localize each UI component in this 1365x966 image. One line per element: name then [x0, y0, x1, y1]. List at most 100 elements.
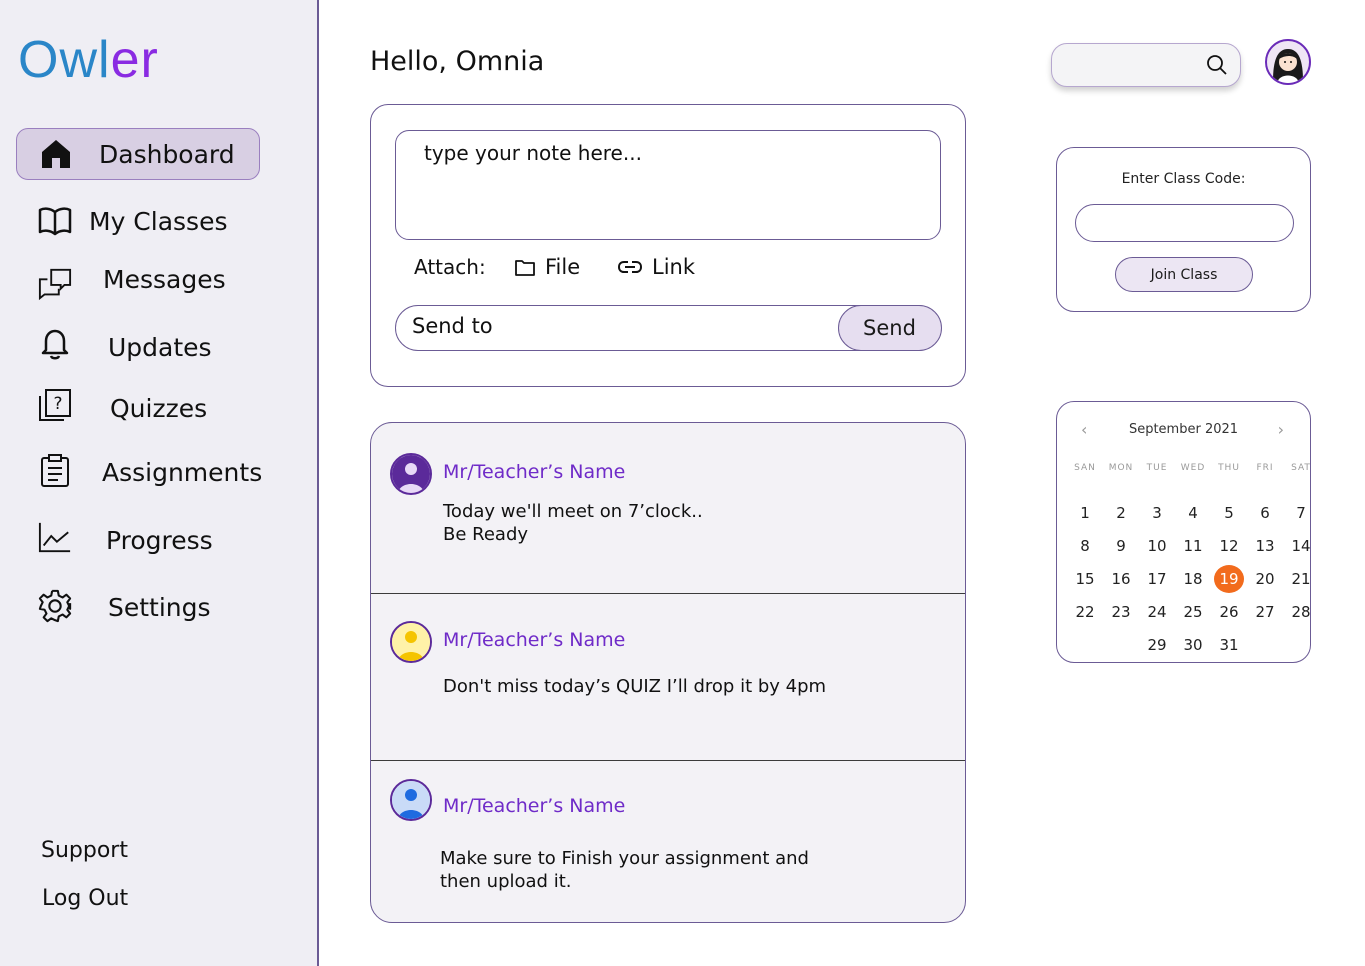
book-icon	[38, 204, 72, 238]
search-input[interactable]	[1062, 52, 1202, 78]
sidebar-item-label: Quizzes	[110, 393, 208, 423]
bell-icon	[38, 327, 72, 361]
calendar-day[interactable]: 15	[1070, 565, 1100, 593]
search-icon[interactable]	[1206, 54, 1228, 76]
post-message: Make sure to Finish your assignment and …	[440, 848, 809, 892]
calendar: ‹ September 2021 › SAN MON TUE WED THU FRI SAT…	[1056, 401, 1311, 663]
join-class-card: Enter Class Code: Join Class	[1056, 147, 1311, 312]
attach-file-label: File	[545, 255, 581, 279]
calendar-day[interactable]: 7	[1286, 499, 1316, 527]
link-icon	[618, 261, 642, 273]
sidebar-item-quizzes[interactable]: ? Quizzes	[16, 382, 306, 434]
calendar-day-today[interactable]: 19	[1214, 565, 1244, 593]
calendar-day[interactable]: 17	[1142, 565, 1172, 593]
calendar-day[interactable]: 21	[1286, 565, 1316, 593]
sidebar-item-dashboard[interactable]: Dashboard	[16, 128, 260, 180]
chat-icon	[38, 267, 72, 301]
announcement-feed: Mr/Teacher’s Name Today we'll meet on 7’…	[370, 422, 966, 923]
teacher-name[interactable]: Mr/Teacher’s Name	[443, 795, 625, 817]
sidebar-item-assignments[interactable]: Assignments	[16, 446, 306, 498]
calendar-day[interactable]: 28	[1286, 598, 1316, 626]
calendar-day[interactable]: 27	[1250, 598, 1280, 626]
logout-link[interactable]: Log Out	[42, 886, 128, 911]
class-code-label: Enter Class Code:	[1121, 171, 1246, 187]
page-title: Hello, Omnia	[370, 46, 545, 77]
sidebar-item-my-classes[interactable]: My Classes	[16, 195, 306, 247]
calendar-day[interactable]: 31	[1214, 631, 1244, 659]
calendar-day[interactable]: 1	[1070, 499, 1100, 527]
note-composer: type your note here... Attach: File Link…	[370, 104, 966, 387]
post-message: Today we'll meet on 7’clock.. Be Ready	[443, 501, 703, 545]
calendar-day[interactable]: 18	[1178, 565, 1208, 593]
clipboard-icon	[38, 454, 72, 488]
calendar-weekday: WED	[1180, 463, 1206, 473]
sidebar-item-updates[interactable]: Updates	[16, 321, 306, 373]
svg-text:?: ?	[53, 394, 62, 414]
sidebar-item-settings[interactable]: Settings	[16, 581, 306, 633]
calendar-day[interactable]: 3	[1142, 499, 1172, 527]
send-to-field[interactable]: Send to Send	[395, 304, 942, 351]
calendar-day[interactable]: 11	[1178, 532, 1208, 560]
calendar-day[interactable]: 23	[1106, 598, 1136, 626]
attach-link-button[interactable]: Link	[618, 255, 695, 279]
attach-label: Attach:	[414, 255, 486, 279]
owler-logo[interactable]: Owler	[18, 30, 159, 90]
calendar-day[interactable]: 26	[1214, 598, 1244, 626]
send-button[interactable]: Send	[837, 304, 942, 351]
send-to-placeholder: Send to	[412, 314, 493, 338]
teacher-avatar[interactable]	[390, 621, 432, 663]
calendar-day[interactable]: 20	[1250, 565, 1280, 593]
calendar-day[interactable]: 14	[1286, 532, 1316, 560]
sidebar-item-label: My Classes	[89, 206, 228, 236]
sidebar-item-label: Messages	[103, 264, 226, 294]
teacher-name[interactable]: Mr/Teacher’s Name	[443, 461, 625, 483]
calendar-day[interactable]: 10	[1142, 532, 1172, 560]
calendar-day[interactable]: 2	[1106, 499, 1136, 527]
calendar-day[interactable]: 22	[1070, 598, 1100, 626]
calendar-day[interactable]: 16	[1106, 565, 1136, 593]
class-code-input[interactable]	[1075, 204, 1294, 242]
calendar-weekday: FRI	[1256, 463, 1274, 473]
teacher-avatar[interactable]	[390, 453, 432, 495]
calendar-next-button[interactable]: ›	[1278, 420, 1284, 439]
list-item: Mr/Teacher’s Name Make sure to Finish yo…	[371, 761, 965, 922]
list-item: Mr/Teacher’s Name Don't miss today’s QUI…	[371, 594, 965, 761]
support-link[interactable]: Support	[41, 838, 128, 863]
sidebar-item-progress[interactable]: Progress	[16, 514, 306, 566]
sidebar-item-label: Updates	[108, 332, 212, 362]
quiz-icon: ?	[38, 388, 72, 422]
calendar-day[interactable]: 24	[1142, 598, 1172, 626]
calendar-day[interactable]: 12	[1214, 532, 1244, 560]
calendar-day[interactable]: 13	[1250, 532, 1280, 560]
calendar-day[interactable]: 5	[1214, 499, 1244, 527]
join-class-button[interactable]: Join Class	[1115, 257, 1253, 292]
calendar-weekday: SAN	[1074, 463, 1096, 473]
chart-line-icon	[38, 520, 72, 554]
search-bar	[1051, 43, 1241, 87]
teacher-avatar[interactable]	[390, 779, 432, 821]
calendar-day[interactable]: 8	[1070, 532, 1100, 560]
calendar-weekday: TUE	[1146, 463, 1168, 473]
attach-link-label: Link	[652, 255, 696, 279]
sidebar-item-label: Dashboard	[99, 139, 235, 169]
note-textarea[interactable]: type your note here...	[395, 130, 941, 240]
calendar-day[interactable]: 29	[1142, 631, 1172, 659]
sidebar: Owler Dashboard My Classes Messages Upda…	[0, 0, 319, 966]
sidebar-item-label: Settings	[108, 592, 211, 622]
user-avatar[interactable]	[1265, 39, 1311, 85]
home-icon	[39, 137, 73, 171]
calendar-day[interactable]: 30	[1178, 631, 1208, 659]
calendar-weekday: THU	[1218, 463, 1240, 473]
attach-file-button[interactable]: File	[515, 255, 580, 279]
sidebar-item-messages[interactable]: Messages	[16, 253, 306, 305]
sidebar-item-label: Progress	[106, 525, 213, 555]
calendar-weekday: SAT	[1291, 463, 1311, 473]
calendar-day[interactable]: 4	[1178, 499, 1208, 527]
list-item: Mr/Teacher’s Name Today we'll meet on 7’…	[371, 423, 965, 594]
teacher-name[interactable]: Mr/Teacher’s Name	[443, 629, 625, 651]
gear-icon	[38, 589, 72, 623]
calendar-day[interactable]: 25	[1178, 598, 1208, 626]
calendar-day[interactable]: 6	[1250, 499, 1280, 527]
calendar-day[interactable]: 9	[1106, 532, 1136, 560]
calendar-month: September 2021	[1128, 422, 1239, 437]
